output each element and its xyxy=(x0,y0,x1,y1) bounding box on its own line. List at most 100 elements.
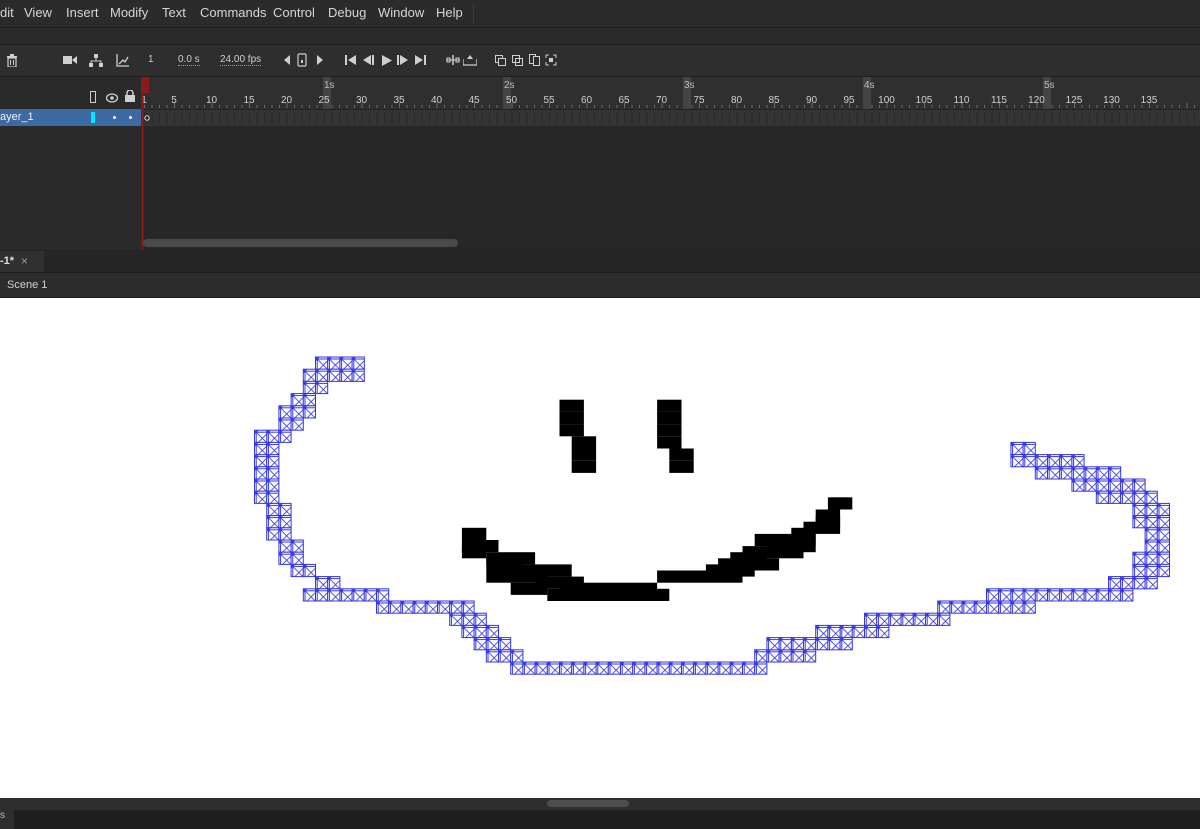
selected-pixel xyxy=(742,661,756,675)
loop-icon[interactable] xyxy=(294,52,310,68)
playhead[interactable] xyxy=(141,77,149,250)
selected-pixel xyxy=(461,624,475,639)
selected-pixel xyxy=(498,649,512,663)
menu-modify[interactable]: Modify xyxy=(110,5,148,20)
selected-pixel xyxy=(864,624,878,639)
selected-pixel xyxy=(254,441,268,456)
menu-debug[interactable]: Debug xyxy=(328,5,366,20)
graph-icon[interactable] xyxy=(114,52,130,68)
eye-icon[interactable] xyxy=(105,90,119,108)
close-icon[interactable]: × xyxy=(21,254,28,268)
selected-pixel xyxy=(1047,454,1061,468)
selected-pixel xyxy=(461,612,475,626)
go-first-icon[interactable] xyxy=(343,52,359,68)
insert-keyframe-icon[interactable] xyxy=(462,52,478,68)
stroke-pixel xyxy=(730,552,767,565)
breadcrumb: Scene 1 xyxy=(0,273,1200,298)
selected-pixel xyxy=(1144,490,1158,504)
stroke-pixel xyxy=(559,411,584,425)
selected-pixel xyxy=(266,490,280,504)
menu-separator xyxy=(473,3,474,24)
selected-pixel xyxy=(827,624,841,639)
document-tab-title[interactable]: -1* xyxy=(0,255,14,267)
menu-window[interactable]: Window xyxy=(378,5,424,20)
frame-number: 5 xyxy=(171,95,177,106)
selected-pixel xyxy=(424,600,438,614)
layer-name[interactable]: ayer_1 xyxy=(0,111,34,123)
onion-skin-outline-icon[interactable] xyxy=(509,52,525,68)
stroke-pixel xyxy=(510,564,572,577)
selected-pixel xyxy=(302,380,316,395)
selected-pixel xyxy=(986,600,1000,614)
menu-help[interactable]: Help xyxy=(436,5,463,20)
selected-pixel xyxy=(388,600,402,614)
selected-pixel xyxy=(632,661,646,675)
camera-icon[interactable] xyxy=(62,52,78,68)
horizontal-scrollbar[interactable] xyxy=(0,798,1200,810)
selected-pixel xyxy=(778,649,792,663)
go-last-icon[interactable] xyxy=(413,52,429,68)
play-icon[interactable] xyxy=(379,52,395,68)
step-back-icon[interactable] xyxy=(279,52,295,68)
selected-pixel xyxy=(583,661,597,675)
frame-number: 125 xyxy=(1066,95,1083,106)
edit-multiple-icon[interactable] xyxy=(526,52,542,68)
current-frame-field[interactable]: 1 xyxy=(148,54,154,65)
center-frame-icon[interactable] xyxy=(445,52,461,68)
stroke-pixel xyxy=(657,411,682,425)
selected-pixel xyxy=(498,637,512,651)
step-forward-icon[interactable] xyxy=(312,52,328,68)
lock-icon[interactable] xyxy=(125,89,135,107)
frame-number: 55 xyxy=(543,95,555,106)
menu-edit[interactable]: dit xyxy=(0,5,14,20)
prev-frame-icon[interactable] xyxy=(361,52,377,68)
scroll-thumb[interactable] xyxy=(547,800,629,807)
stroke-pixel xyxy=(486,552,536,565)
layer-color-swatch[interactable] xyxy=(91,112,95,123)
onion-skin-icon[interactable] xyxy=(492,52,508,68)
stroke-pixel xyxy=(571,448,597,461)
layer-row[interactable]: ayer_1 xyxy=(0,109,141,126)
frames-area xyxy=(141,126,1200,250)
next-frame-icon[interactable] xyxy=(395,52,411,68)
frame-number: 65 xyxy=(618,95,630,106)
selected-pixel xyxy=(1132,515,1146,529)
selected-pixel xyxy=(449,612,463,626)
selected-pixel xyxy=(1120,478,1134,492)
selected-pixel xyxy=(1144,539,1158,553)
menu-view[interactable]: View xyxy=(24,5,52,20)
stage[interactable] xyxy=(0,298,1200,798)
scene-label[interactable]: Scene 1 xyxy=(7,279,47,291)
menu-insert[interactable]: Insert xyxy=(66,5,99,20)
layer-frames[interactable] xyxy=(141,110,1200,126)
modify-markers-icon[interactable] xyxy=(543,52,559,68)
menu-control[interactable]: Control xyxy=(273,5,315,20)
second-label: 3s xyxy=(684,80,695,91)
selected-pixel xyxy=(315,356,329,370)
selected-pixel xyxy=(546,661,560,675)
lock-dot[interactable] xyxy=(129,116,132,119)
outline-icon[interactable] xyxy=(90,91,96,103)
fps-field[interactable]: 24.00 fps xyxy=(220,54,262,66)
trash-icon[interactable] xyxy=(4,52,20,68)
selected-pixel xyxy=(1071,466,1085,480)
frame-number: 135 xyxy=(1141,95,1158,106)
menu-commands[interactable]: Commands xyxy=(200,5,266,20)
selected-pixel xyxy=(1022,600,1036,614)
timeline-scrollbar[interactable] xyxy=(143,239,458,247)
selected-pixel xyxy=(1083,588,1097,602)
second-label: 4s xyxy=(864,80,875,91)
layer-parent-icon[interactable] xyxy=(88,52,104,68)
bottom-tab[interactable]: s xyxy=(0,810,14,829)
selected-pixel xyxy=(266,466,280,480)
visibility-dot[interactable] xyxy=(113,116,116,119)
time-field[interactable]: 0.0 s xyxy=(178,54,200,66)
document-tab[interactable]: -1* × xyxy=(0,251,44,272)
frame-ruler[interactable]: 1s 2s 3s 4s 5s 1 5 10 15 20 25 30 35 40 45 50 55 60 65 70 75… xyxy=(141,77,1200,110)
frame-number: 75 xyxy=(693,95,705,106)
menu-text[interactable]: Text xyxy=(162,5,186,20)
stage-canvas[interactable] xyxy=(0,298,1200,798)
frame-number: 40 xyxy=(431,95,443,106)
selected-pixel xyxy=(644,661,658,675)
selected-pixel xyxy=(1071,478,1085,492)
